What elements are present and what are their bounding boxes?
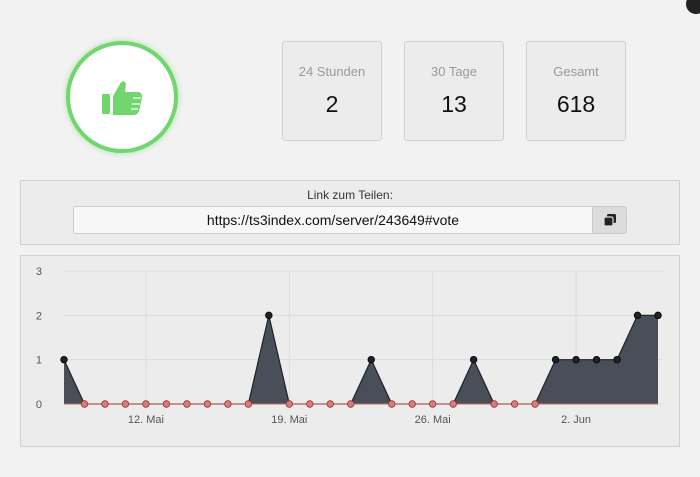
- data-point: [490, 400, 498, 408]
- copy-icon: [602, 214, 616, 227]
- stat-30-tage: 30 Tage 13: [404, 41, 504, 141]
- share-panel: Link zum Teilen:: [20, 180, 680, 245]
- data-point: [531, 400, 539, 408]
- data-point: [265, 311, 273, 320]
- data-point: [572, 355, 580, 364]
- data-point: [142, 400, 150, 408]
- y-tick-label: 1: [36, 355, 42, 367]
- share-label: Link zum Teilen:: [307, 188, 393, 202]
- share-url-input[interactable]: [73, 206, 593, 234]
- data-point: [449, 400, 457, 408]
- stat-gesamt: Gesamt 618: [526, 41, 626, 141]
- votes-chart: 0 1 2 3 12. Mai 19. Mai 26. Mai 2. Jun: [20, 255, 680, 447]
- stat-value: 13: [441, 91, 467, 117]
- thumbs-up-icon: [102, 81, 143, 115]
- y-tick-label: 2: [36, 310, 42, 322]
- data-point: [183, 400, 191, 408]
- data-point: [203, 400, 212, 408]
- close-button[interactable]: [686, 0, 700, 14]
- x-tick-label: 26. Mai: [415, 414, 451, 426]
- stat-label: 24 Stunden: [298, 64, 366, 79]
- data-point: [469, 355, 478, 364]
- stat-value: 618: [556, 91, 596, 117]
- data-point: [408, 400, 416, 408]
- stat-value: 2: [325, 91, 339, 117]
- x-tick-label: 2. Jun: [561, 414, 591, 426]
- data-point: [60, 355, 68, 364]
- copy-button[interactable]: [592, 206, 627, 234]
- vote-modal: 24 Stunden 2 30 Tage 13 Gesamt 618 Link …: [0, 0, 700, 477]
- data-point: [633, 311, 642, 320]
- data-point: [101, 400, 109, 408]
- votes-chart-svg: 0 1 2 3 12. Mai 19. Mai 26. Mai 2. Jun: [36, 266, 663, 426]
- stat-label: 30 Tage: [430, 64, 478, 79]
- vote-thumb-circle[interactable]: [66, 41, 178, 153]
- data-point: [551, 355, 560, 364]
- x-tick-label: 19. Mai: [271, 414, 307, 426]
- data-point: [654, 311, 662, 320]
- data-point: [428, 400, 437, 408]
- y-tick-label: 0: [36, 399, 42, 411]
- data-point: [306, 400, 314, 408]
- data-point: [592, 355, 601, 364]
- x-tick-label: 12. Mai: [128, 414, 164, 426]
- data-point: [388, 400, 396, 408]
- data-point: [244, 400, 253, 408]
- data-point: [367, 355, 375, 364]
- data-point: [326, 400, 334, 408]
- data-point: [162, 400, 171, 408]
- data-point: [224, 400, 232, 408]
- data-point: [347, 400, 355, 408]
- data-point: [510, 400, 519, 408]
- data-point: [285, 400, 294, 408]
- data-point: [121, 400, 130, 408]
- data-point: [613, 355, 621, 364]
- data-point: [80, 400, 89, 408]
- stat-label: Gesamt: [553, 64, 599, 79]
- stat-24-stunden: 24 Stunden 2: [282, 41, 382, 141]
- y-tick-label: 3: [36, 266, 42, 278]
